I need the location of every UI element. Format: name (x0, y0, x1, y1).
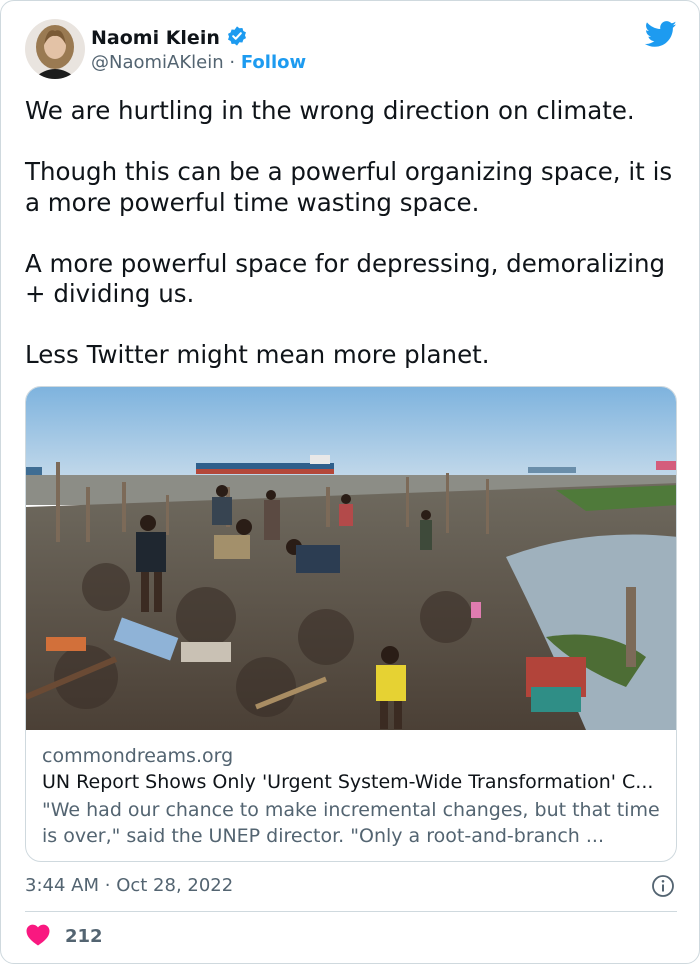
like-count: 212 (65, 926, 103, 947)
link-preview-image[interactable] (26, 387, 676, 730)
tweet-paragraph: Though this can be a powerful organizing… (25, 157, 673, 217)
tweet-paragraph: A more powerful space for depressing, de… (25, 248, 666, 309)
tweet-header: Naomi Klein @NaomiAKlein · Follow (25, 19, 677, 81)
follow-button[interactable]: Follow (241, 52, 306, 73)
twitter-bird-icon[interactable] (644, 21, 677, 52)
link-description: "We had our chance to make incremental c… (42, 799, 660, 847)
link-domain: commondreams.org (42, 745, 234, 767)
tweet-meta: 3:44 AM · Oct 28, 2022 (25, 872, 677, 902)
link-title: UN Report Shows Only 'Urgent System-Wide… (42, 771, 654, 793)
meta-separator: · (104, 875, 111, 896)
tweet-date: Oct 28, 2022 (116, 875, 234, 896)
avatar[interactable] (25, 19, 85, 79)
timestamp[interactable]: 3:44 AM · Oct 28, 2022 (25, 875, 233, 896)
tweet-card: Naomi Klein @NaomiAKlein · Follow We are… (0, 0, 700, 964)
author-name-row: Naomi Klein (91, 25, 248, 51)
divider (25, 911, 677, 912)
like-button[interactable]: 212 (25, 923, 103, 950)
link-preview-info: commondreams.org UN Report Shows Only 'U… (42, 745, 667, 849)
tweet-paragraph: Less Twitter might mean more planet. (25, 340, 490, 369)
handle-separator: · (229, 52, 236, 73)
author-handle[interactable]: @NaomiAKlein (91, 52, 224, 73)
author-handle-row: @NaomiAKlein · Follow (91, 52, 306, 73)
tweet-paragraph: We are hurtling in the wrong direction o… (25, 96, 635, 125)
tweet-time: 3:44 AM (25, 875, 99, 896)
verified-badge-icon (226, 25, 248, 51)
link-preview-card[interactable]: commondreams.org UN Report Shows Only 'U… (25, 386, 677, 862)
author-name[interactable]: Naomi Klein (91, 27, 220, 49)
heart-icon (25, 923, 51, 950)
tweet-text: We are hurtling in the wrong direction o… (25, 96, 675, 371)
info-icon[interactable] (651, 874, 675, 902)
